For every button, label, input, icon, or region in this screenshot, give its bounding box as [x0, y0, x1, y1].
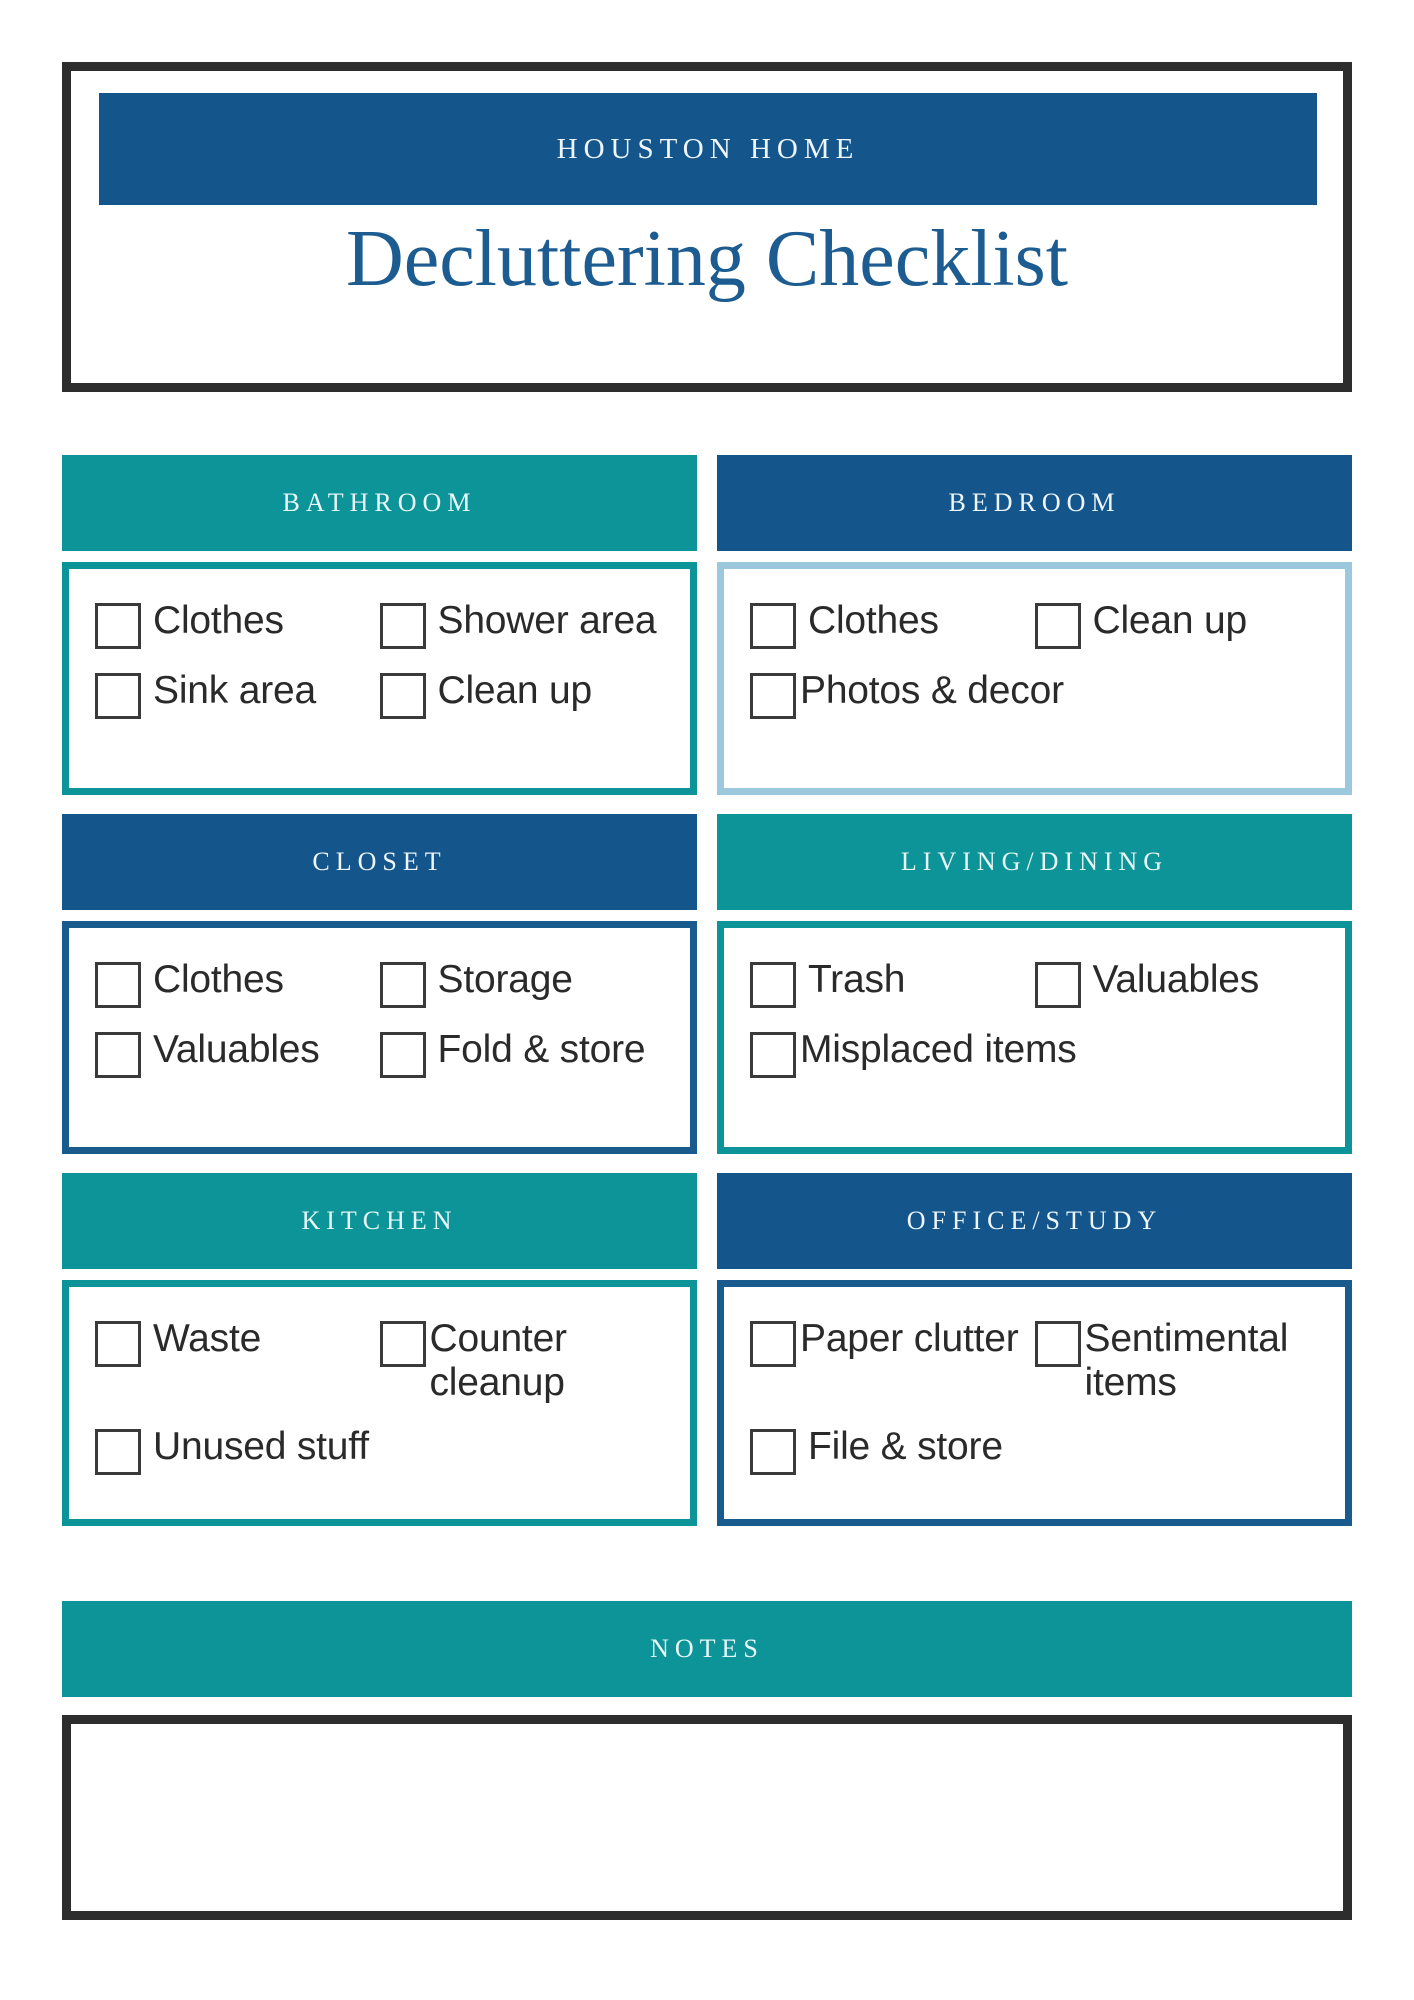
section-closet: CLOSET Clothes Storage Valuables Fold & stor… [62, 814, 697, 1154]
checklist-item-label: Shower area [437, 599, 657, 642]
section-header-bedroom: BEDROOM [717, 455, 1352, 551]
checkbox-icon[interactable] [95, 673, 141, 719]
checklist-item[interactable]: Clothes [750, 599, 1035, 649]
notes-header: NOTES [62, 1601, 1352, 1697]
checklist-item[interactable]: Waste [95, 1317, 380, 1405]
section-living-dining: LIVING/DINING Trash Valuables Misplaced ite… [717, 814, 1352, 1154]
checklist-item[interactable]: Misplaced items [750, 1028, 1319, 1078]
checkbox-icon[interactable] [379, 1032, 426, 1078]
checkbox-icon[interactable] [379, 962, 426, 1008]
checklist-item[interactable]: Shower area [379, 599, 665, 649]
checkbox-icon[interactable] [95, 1032, 141, 1078]
checklist-item-label: Counter cleanup [429, 1317, 568, 1404]
checklist-item-label: Clothes [153, 958, 284, 1001]
checklist-item-label: Clean up [1092, 599, 1248, 642]
brand-band: HOUSTON HOME [99, 93, 1317, 205]
section-title-closet: CLOSET [312, 847, 447, 876]
checklist-item[interactable]: Counter cleanup [379, 1317, 665, 1405]
notes-title: NOTES [650, 1634, 764, 1663]
section-title-bedroom: BEDROOM [948, 488, 1121, 517]
checklist-item-label: Storage [437, 958, 573, 1001]
checkbox-icon[interactable] [750, 603, 796, 649]
section-body-office-study: Paper clutter Sentimental items File & sto… [717, 1280, 1352, 1526]
checklist-item[interactable]: File & store [750, 1425, 1319, 1475]
checklist-item[interactable]: Fold & store [379, 1028, 665, 1078]
checklist-item[interactable]: Clean up [1034, 599, 1320, 649]
checklist-page: HOUSTON HOME Decluttering Checklist BATH… [0, 0, 1414, 2000]
checkbox-icon[interactable] [750, 1429, 796, 1475]
checklist-item[interactable]: Trash [750, 958, 1035, 1008]
section-header-office-study: OFFICE/STUDY [717, 1173, 1352, 1269]
checkbox-icon[interactable] [379, 673, 426, 719]
checklist-item-label: Valuables [153, 1028, 320, 1071]
checklist-item[interactable]: Storage [379, 958, 665, 1008]
checklist-item-label: Sink area [153, 669, 316, 712]
checkbox-icon[interactable] [1034, 603, 1081, 649]
section-bedroom: BEDROOM Clothes Clean up Photos & decor [717, 455, 1352, 795]
checklist-item[interactable]: Clothes [95, 599, 380, 649]
checkbox-icon[interactable] [379, 1321, 426, 1367]
page-title: Decluttering Checklist [345, 215, 1069, 303]
section-header-closet: CLOSET [62, 814, 697, 910]
section-title-office-study: OFFICE/STUDY [906, 1206, 1163, 1235]
checklist-item[interactable]: Paper clutter [750, 1317, 1035, 1405]
section-body-bedroom: Clothes Clean up Photos & decor [717, 562, 1352, 795]
checklist-item-label: Valuables [1092, 958, 1260, 1001]
checklist-item[interactable]: Clothes [95, 958, 380, 1008]
section-kitchen: KITCHEN Waste Counter cleanup Unused stuff [62, 1173, 697, 1526]
sections-grid: BATHROOM Clothes Shower area Sink area Clean… [62, 455, 1352, 1545]
notes-input[interactable] [62, 1715, 1352, 1920]
checkbox-icon[interactable] [1034, 1321, 1081, 1367]
checkbox-icon[interactable] [95, 603, 141, 649]
checklist-item-label: Unused stuff [153, 1425, 369, 1468]
section-body-living-dining: Trash Valuables Misplaced items [717, 921, 1352, 1154]
checklist-item[interactable]: Valuables [1034, 958, 1320, 1008]
checklist-item[interactable]: Sink area [95, 669, 380, 719]
section-header-bathroom: BATHROOM [62, 455, 697, 551]
section-body-bathroom: Clothes Shower area Sink area Clean up [62, 562, 697, 795]
section-header-living-dining: LIVING/DINING [717, 814, 1352, 910]
checklist-item-label: Misplaced items [800, 1028, 1077, 1071]
checklist-item-label: Trash [808, 958, 906, 1001]
brand-name: HOUSTON HOME [556, 132, 860, 165]
checklist-item-label: Waste [153, 1317, 262, 1360]
header-frame: HOUSTON HOME Decluttering Checklist [62, 62, 1352, 392]
checklist-item-label: Clothes [808, 599, 939, 642]
checkbox-icon[interactable] [95, 1321, 141, 1367]
checklist-item-label: Sentimental items [1084, 1317, 1289, 1404]
section-bathroom: BATHROOM Clothes Shower area Sink area Clean… [62, 455, 697, 795]
section-title-living-dining: LIVING/DINING [900, 847, 1169, 876]
checklist-item[interactable]: Unused stuff [95, 1425, 664, 1475]
section-office-study: OFFICE/STUDY Paper clutter Sentimental ite… [717, 1173, 1352, 1526]
checkbox-icon[interactable] [1034, 962, 1081, 1008]
checkbox-icon[interactable] [750, 1321, 796, 1367]
checkbox-icon[interactable] [750, 673, 796, 719]
checklist-item-label: Fold & store [437, 1028, 646, 1071]
checklist-item-label: Clean up [437, 669, 593, 712]
checklist-item[interactable]: Sentimental items [1034, 1317, 1320, 1405]
checklist-item-label: Paper clutter [800, 1317, 1019, 1360]
section-title-kitchen: KITCHEN [301, 1206, 458, 1235]
checkbox-icon[interactable] [95, 962, 141, 1008]
checklist-item[interactable]: Valuables [95, 1028, 380, 1078]
checklist-item-label: Photos & decor [800, 669, 1064, 712]
checklist-item[interactable]: Clean up [379, 669, 665, 719]
checkbox-icon[interactable] [379, 603, 426, 649]
section-body-kitchen: Waste Counter cleanup Unused stuff [62, 1280, 697, 1526]
section-header-kitchen: KITCHEN [62, 1173, 697, 1269]
checklist-item[interactable]: Photos & decor [750, 669, 1319, 719]
checkbox-icon[interactable] [750, 962, 796, 1008]
section-body-closet: Clothes Storage Valuables Fold & store [62, 921, 697, 1154]
checklist-item-label: File & store [808, 1425, 1003, 1468]
checklist-item-label: Clothes [153, 599, 284, 642]
checkbox-icon[interactable] [95, 1429, 141, 1475]
checkbox-icon[interactable] [750, 1032, 796, 1078]
section-title-bathroom: BATHROOM [282, 488, 477, 517]
